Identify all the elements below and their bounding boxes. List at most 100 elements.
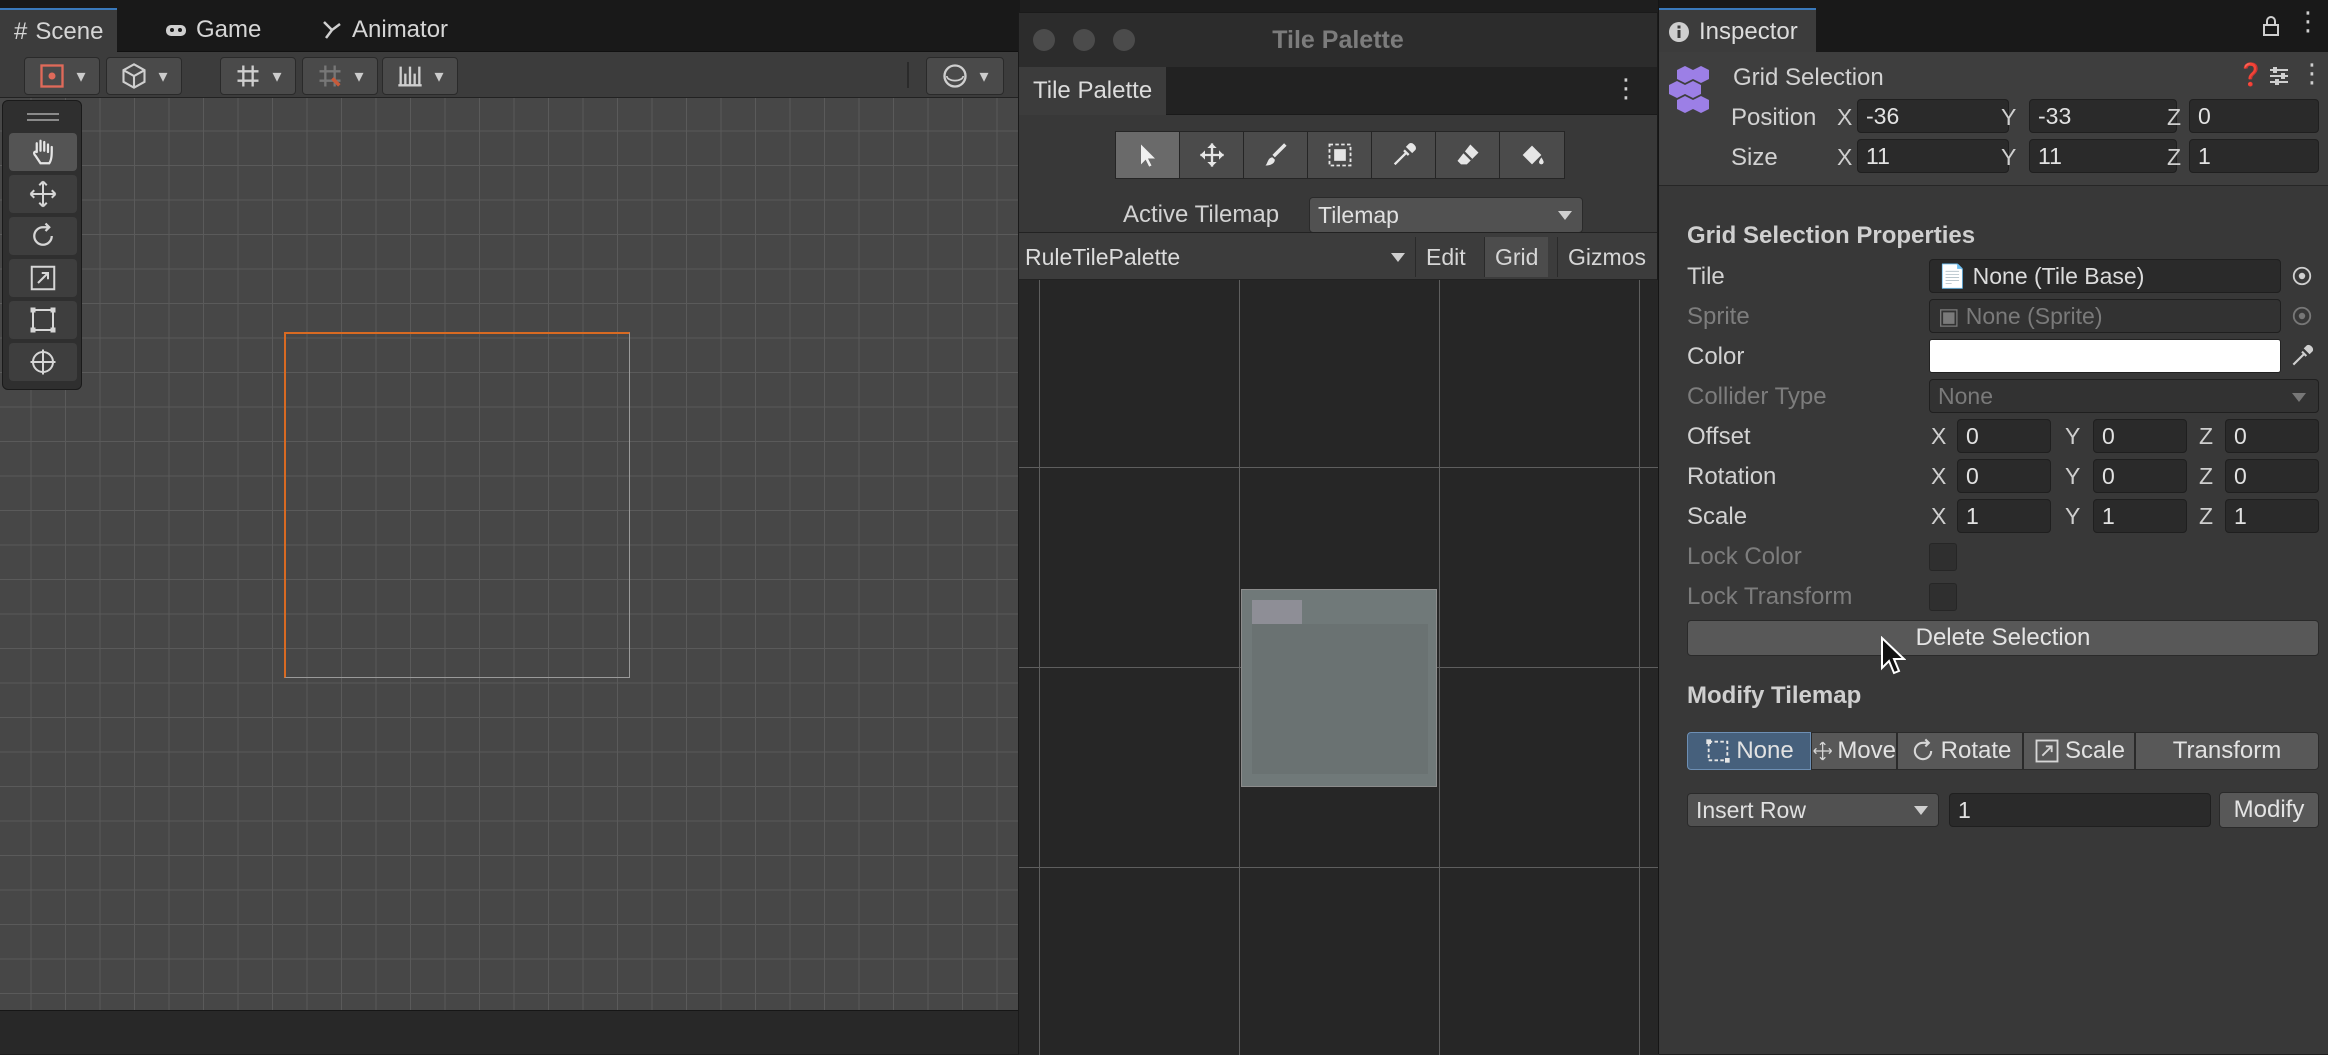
axis-z-label: Z bbox=[2167, 144, 2182, 170]
transform-tool-button[interactable] bbox=[9, 343, 77, 381]
delete-selection-button[interactable]: Delete Selection bbox=[1687, 620, 2319, 656]
fill-tool-button[interactable] bbox=[1499, 131, 1565, 179]
tab-tile-palette-label: Tile Palette bbox=[1033, 77, 1153, 104]
size-x-field[interactable]: 11 bbox=[1857, 139, 2009, 173]
move-tool-button[interactable] bbox=[1179, 131, 1245, 179]
tab-inspector[interactable]: Inspector bbox=[1659, 8, 1816, 54]
grid-toggle-button[interactable]: Grid bbox=[1484, 237, 1549, 277]
rotation-x-value: 0 bbox=[1966, 462, 1979, 489]
tile-object-field[interactable]: 📄 None (Tile Base) bbox=[1929, 259, 2281, 293]
position-z-field[interactable]: 0 bbox=[2189, 99, 2319, 133]
move-arrows-icon bbox=[1813, 741, 1833, 761]
mode-transform-button[interactable]: Transform bbox=[2135, 732, 2319, 770]
offset-y-field[interactable]: 0 bbox=[2093, 419, 2187, 453]
hand-tool-button[interactable] bbox=[9, 133, 77, 171]
rotation-y-field[interactable]: 0 bbox=[2093, 459, 2187, 493]
grid-selection-icon bbox=[1669, 66, 1709, 113]
select-tool-button[interactable] bbox=[1115, 131, 1181, 179]
paint-tool-button[interactable] bbox=[1243, 131, 1309, 179]
mode-none-button[interactable]: None bbox=[1687, 732, 1811, 770]
minimize-window-button[interactable] bbox=[1073, 29, 1095, 51]
tab-scene-label: Scene bbox=[35, 18, 104, 45]
rule-tile-swatch[interactable] bbox=[1241, 589, 1437, 787]
collider-type-value: None bbox=[1938, 382, 1993, 409]
active-tilemap-dropdown[interactable]: Tilemap bbox=[1309, 197, 1583, 233]
axis-y-label: Y bbox=[2001, 104, 2017, 130]
tab-game[interactable]: Game bbox=[150, 8, 275, 52]
picker-icon bbox=[1393, 143, 1416, 166]
position-z-value: 0 bbox=[2198, 102, 2211, 129]
grid-snap-dropdown[interactable]: ▾ bbox=[220, 57, 296, 95]
grid-selection-properties-heading: Grid Selection Properties bbox=[1687, 222, 1976, 249]
position-x-field[interactable]: -36 bbox=[1857, 99, 2009, 133]
scale-tool-button[interactable] bbox=[9, 259, 77, 297]
increment-snap-dropdown[interactable]: ▾ bbox=[302, 57, 378, 95]
palette-grid-area[interactable] bbox=[1019, 280, 1659, 1055]
axis-x-label: X bbox=[1931, 463, 1947, 489]
eyedropper-icon[interactable] bbox=[2289, 343, 2315, 369]
offset-x-field[interactable]: 0 bbox=[1957, 419, 2051, 453]
box-fill-tool-button[interactable] bbox=[1307, 131, 1373, 179]
drag-handle[interactable] bbox=[27, 113, 59, 115]
rect-tool-button[interactable] bbox=[9, 301, 77, 339]
picker-tool-button[interactable] bbox=[1371, 131, 1437, 179]
preset-icon[interactable] bbox=[2267, 64, 2291, 88]
tab-scene[interactable]: # Scene bbox=[0, 8, 118, 54]
mode-rotate-button[interactable]: Rotate bbox=[1897, 732, 2023, 770]
scale-z-field[interactable]: 1 bbox=[2225, 499, 2319, 533]
inspector-tab-bar: Inspector ⋮ bbox=[1659, 0, 2328, 54]
size-y-field[interactable]: 11 bbox=[2029, 139, 2177, 173]
close-window-button[interactable] bbox=[1033, 29, 1055, 51]
eraser-tool-button[interactable] bbox=[1435, 131, 1501, 179]
mode-none-label: None bbox=[1736, 737, 1794, 764]
insert-mode-value: Insert Row bbox=[1696, 796, 1806, 823]
mode-move-button[interactable]: Move bbox=[1811, 732, 1897, 770]
size-z-value: 1 bbox=[2198, 142, 2211, 169]
palette-dropdown[interactable]: RuleTilePalette bbox=[1019, 233, 1415, 281]
palette-selector-bar: RuleTilePalette Edit Grid Gizmos bbox=[1019, 232, 1657, 280]
modify-button[interactable]: Modify bbox=[2219, 792, 2319, 828]
position-y-field[interactable]: -33 bbox=[2029, 99, 2177, 133]
mode-scale-button[interactable]: Scale bbox=[2023, 732, 2135, 770]
cube-icon bbox=[122, 63, 147, 89]
gizmos-toggle-button[interactable]: Gizmos bbox=[1557, 237, 1656, 277]
lock-transform-checkbox[interactable] bbox=[1929, 583, 1957, 611]
insert-mode-dropdown[interactable]: Insert Row bbox=[1687, 793, 1939, 827]
size-z-field[interactable]: 1 bbox=[2189, 139, 2319, 173]
color-field[interactable] bbox=[1929, 339, 2281, 373]
window-title: Tile Palette bbox=[1272, 25, 1404, 54]
chevron-down-icon bbox=[1391, 253, 1405, 262]
lock-icon[interactable] bbox=[2259, 14, 2283, 38]
scale-tool-icon bbox=[30, 265, 56, 291]
gizmo-draw-mode-dropdown[interactable]: ▾ bbox=[24, 57, 100, 95]
rotation-x-field[interactable]: 0 bbox=[1957, 459, 2051, 493]
scale-y-value: 1 bbox=[2102, 502, 2115, 529]
offset-x-value: 0 bbox=[1966, 422, 1979, 449]
scale-y-field[interactable]: 1 bbox=[2093, 499, 2187, 533]
insert-count-value: 1 bbox=[1958, 796, 1971, 823]
axis-y-label: Y bbox=[2065, 463, 2081, 489]
shading-mode-dropdown[interactable]: ▾ bbox=[106, 57, 182, 95]
offset-z-field[interactable]: 0 bbox=[2225, 419, 2319, 453]
tab-tile-palette[interactable]: Tile Palette bbox=[1019, 67, 1167, 115]
maximize-window-button[interactable] bbox=[1113, 29, 1135, 51]
edit-button[interactable]: Edit bbox=[1415, 237, 1476, 277]
more-options-icon[interactable]: ⋮ bbox=[2299, 58, 2325, 89]
rotate-tool-button[interactable] bbox=[9, 217, 77, 255]
increment-snap-icon bbox=[319, 65, 342, 87]
tab-animator[interactable]: Animator bbox=[306, 8, 462, 52]
mouse-cursor-icon bbox=[1881, 636, 1906, 675]
more-options-icon[interactable]: ⋮ bbox=[1613, 73, 1639, 104]
ruler-snap-dropdown[interactable]: ▾ bbox=[382, 57, 458, 95]
tile-value: None (Tile Base) bbox=[1972, 262, 2145, 289]
move-tool-button[interactable] bbox=[9, 175, 77, 213]
insert-count-field[interactable]: 1 bbox=[1949, 793, 2211, 827]
tile-picker-button[interactable] bbox=[2285, 259, 2319, 293]
lock-color-checkbox[interactable] bbox=[1929, 543, 1957, 571]
camera-settings-dropdown[interactable]: ▾ bbox=[926, 57, 1004, 95]
rotation-z-field[interactable]: 0 bbox=[2225, 459, 2319, 493]
more-options-icon[interactable]: ⋮ bbox=[2295, 6, 2321, 37]
sprite-value: None (Sprite) bbox=[1965, 302, 2103, 329]
help-icon[interactable]: ❓ bbox=[2237, 62, 2264, 88]
scale-x-field[interactable]: 1 bbox=[1957, 499, 2051, 533]
